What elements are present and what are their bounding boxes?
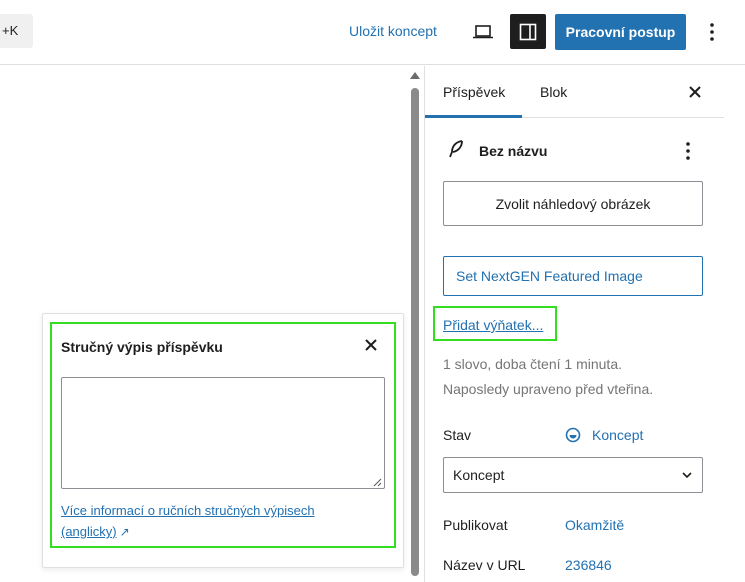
tab-block[interactable]: Blok bbox=[522, 66, 585, 118]
last-edited-text: Naposledy upraveno před vteřina. bbox=[443, 381, 654, 397]
add-excerpt-highlight-box bbox=[433, 306, 557, 341]
editor-header: +K Uložit koncept Pracovní postup bbox=[0, 0, 745, 65]
preview-button[interactable] bbox=[468, 18, 498, 46]
chevron-down-icon bbox=[682, 472, 692, 479]
command-shortcut-button[interactable]: +K bbox=[0, 14, 33, 48]
status-value[interactable]: Koncept bbox=[592, 427, 643, 443]
sidebar-toggle-icon bbox=[519, 23, 537, 40]
more-vertical-icon bbox=[686, 142, 690, 160]
nextgen-featured-image-button[interactable]: Set NextGEN Featured Image bbox=[443, 256, 703, 296]
draft-status-icon bbox=[565, 427, 581, 443]
excerpt-highlight-box bbox=[50, 322, 396, 548]
url-slug-label: Název v URL bbox=[443, 557, 526, 573]
feather-icon bbox=[449, 140, 463, 158]
sidebar-close-button[interactable] bbox=[686, 83, 704, 101]
publish-row-label: Publikovat bbox=[443, 517, 508, 533]
publish-date-value[interactable]: Okamžitě bbox=[565, 517, 624, 533]
save-draft-button[interactable]: Uložit koncept bbox=[349, 23, 437, 39]
status-label: Stav bbox=[443, 427, 472, 443]
scrollbar-thumb[interactable] bbox=[411, 88, 419, 576]
post-actions-button[interactable] bbox=[680, 140, 696, 162]
status-select-value: Koncept bbox=[453, 467, 505, 483]
tab-post[interactable]: Příspěvek bbox=[425, 66, 522, 118]
status-select[interactable]: Koncept bbox=[443, 457, 703, 493]
more-vertical-icon bbox=[710, 23, 714, 41]
url-slug-value[interactable]: 236846 bbox=[565, 557, 612, 573]
set-featured-image-button[interactable]: Zvolit náhledový obrázek bbox=[443, 181, 703, 226]
options-button[interactable] bbox=[702, 18, 722, 46]
sidebar-tabs: Příspěvek Blok bbox=[424, 66, 724, 118]
word-count-text: 1 slovo, doba čtení 1 minuta. bbox=[443, 356, 622, 372]
publish-button[interactable]: Pracovní postup bbox=[555, 14, 686, 50]
close-icon bbox=[689, 86, 701, 98]
post-title: Bez názvu bbox=[479, 143, 548, 159]
settings-sidebar-toggle[interactable] bbox=[510, 14, 546, 49]
laptop-icon bbox=[473, 25, 493, 39]
scroll-up-arrow[interactable] bbox=[410, 72, 420, 79]
